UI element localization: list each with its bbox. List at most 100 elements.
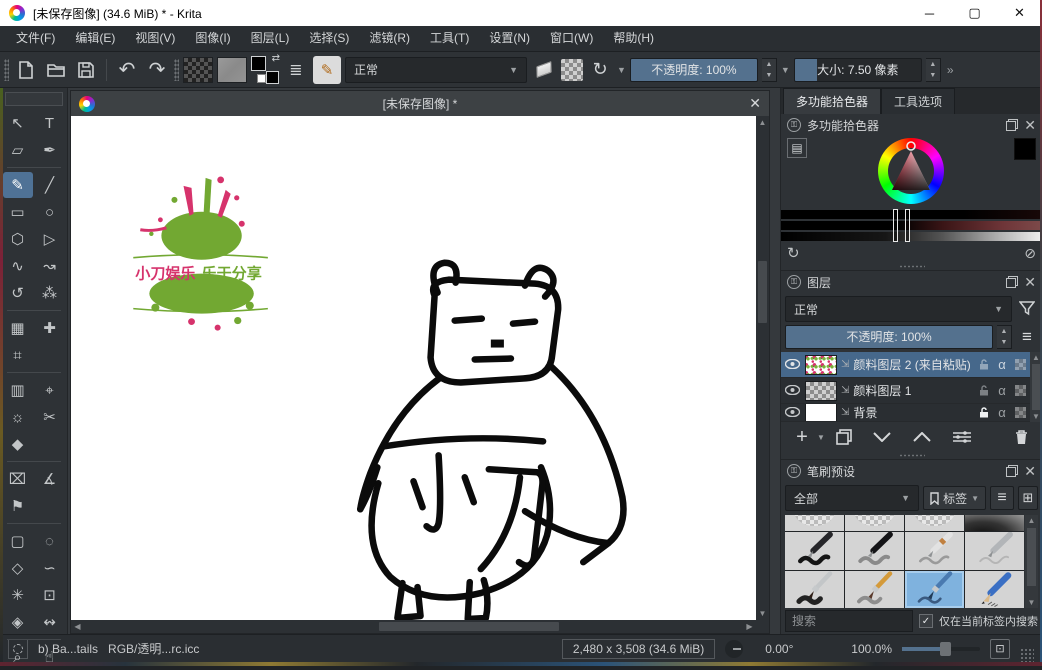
tool-assistants[interactable]: ⌧ xyxy=(3,466,33,492)
tool-reference-images[interactable]: ⚑ xyxy=(3,493,33,519)
tool-ellipse-select[interactable]: ◌ xyxy=(35,528,65,554)
menu-filter[interactable]: 滤镜(R) xyxy=(359,26,420,51)
add-layer-dropdown-arrow[interactable]: ▼ xyxy=(817,433,825,442)
scroll-left-arrow[interactable]: ◀ xyxy=(71,620,84,633)
tool-magnetic-select[interactable]: ↭ xyxy=(35,609,65,635)
menu-select[interactable]: 选择(S) xyxy=(299,26,359,51)
docker-lock-icon[interactable]: ⚿ xyxy=(787,275,801,289)
close-docker-icon[interactable]: ✕ xyxy=(1024,463,1036,480)
shade-handle-2[interactable] xyxy=(905,209,910,242)
preset-pencil-blue[interactable] xyxy=(965,571,1024,609)
scroll-up-arrow[interactable]: ▲ xyxy=(1025,515,1038,526)
tool-freehand-select[interactable]: ∽ xyxy=(35,555,65,581)
layer-lock-icon[interactable] xyxy=(976,356,992,374)
inherit-alpha-icon[interactable]: α xyxy=(994,404,1010,422)
tool-similar-select[interactable]: ✳ xyxy=(3,582,33,608)
tool-ellipse[interactable]: ○ xyxy=(35,199,65,225)
duplicate-layer-button[interactable] xyxy=(827,424,861,450)
tool-polygon[interactable]: ⬡ xyxy=(3,226,33,252)
tool-text[interactable]: T xyxy=(35,110,65,136)
shade-bar-1[interactable] xyxy=(781,210,1042,219)
layer-lock-icon[interactable] xyxy=(976,382,992,400)
move-layer-down-button[interactable] xyxy=(863,424,901,450)
tool-line[interactable]: ╱ xyxy=(35,172,65,198)
maximize-button[interactable]: ▢ xyxy=(952,0,997,26)
visibility-eye-icon[interactable] xyxy=(783,358,801,372)
visibility-eye-icon[interactable] xyxy=(783,384,801,398)
canvas-vertical-scrollbar[interactable]: ▲ ▼ xyxy=(756,116,769,620)
float-docker-icon[interactable] xyxy=(1006,119,1018,131)
preset-search-input[interactable] xyxy=(785,610,913,632)
shade-handle-1[interactable] xyxy=(893,209,898,242)
tool-transform-select[interactable]: ↖ xyxy=(3,110,33,136)
redo-button[interactable]: ↷ xyxy=(144,57,170,83)
layer-filter-button[interactable] xyxy=(1016,300,1038,319)
tool-smart-patch[interactable]: ✂ xyxy=(35,404,65,430)
layer-name[interactable]: 背景 xyxy=(853,404,972,421)
tool-dynamic-brush[interactable]: ↺ xyxy=(3,280,33,306)
layer-options-menu-button[interactable]: ≡ xyxy=(1016,327,1038,347)
hue-handle[interactable] xyxy=(907,142,915,150)
alpha-lock-icon[interactable] xyxy=(1012,404,1028,422)
canvas-angle[interactable]: 0.00° xyxy=(753,642,805,656)
zoom-level[interactable]: 100.0% xyxy=(851,642,892,656)
menu-file[interactable]: 文件(F) xyxy=(6,26,65,51)
preset-airbrush-soft[interactable] xyxy=(965,515,1024,531)
subwindow-close-button[interactable]: ✕ xyxy=(749,95,761,112)
layer-row-paint-layer-2[interactable]: ⇲ 颜料图层 2 (来自粘贴) α xyxy=(781,352,1030,378)
zoom-slider[interactable] xyxy=(902,647,980,651)
layer-name[interactable]: 颜料图层 2 (来自粘贴) xyxy=(853,356,972,373)
color-wheel[interactable] xyxy=(878,138,944,204)
shade-bar-3[interactable] xyxy=(781,232,1042,241)
opacity-slider[interactable]: 不透明度: 100% xyxy=(630,58,758,82)
zoom-fit-button[interactable]: ⊡ xyxy=(990,639,1010,659)
canvas-horizontal-scrollbar[interactable]: ◀ ▶ xyxy=(71,620,756,633)
layer-thumbnail[interactable] xyxy=(805,355,837,375)
tool-crop[interactable]: ⌗ xyxy=(3,342,33,368)
tool-polyline[interactable]: ▷ xyxy=(35,226,65,252)
tool-transform[interactable]: ▦ xyxy=(3,315,33,341)
layer-thumbnail[interactable] xyxy=(805,404,837,422)
scroll-down-arrow[interactable]: ▼ xyxy=(756,607,769,620)
swap-colors-icon[interactable]: ⇄ xyxy=(272,53,280,64)
preset-watercolor-blue[interactable] xyxy=(905,571,964,609)
scroll-up-arrow[interactable]: ▲ xyxy=(756,116,769,129)
scroll-right-arrow[interactable]: ▶ xyxy=(743,620,756,633)
alpha-lock-icon[interactable] xyxy=(1012,382,1028,400)
close-button[interactable]: ✕ xyxy=(997,0,1042,26)
layer-lock-icon[interactable] xyxy=(976,404,992,422)
tool-bezier-curve[interactable]: ∿ xyxy=(3,253,33,279)
reload-dropdown-arrow[interactable]: ▼ xyxy=(617,65,626,75)
layer-row-paint-layer-1[interactable]: ⇲ 颜料图层 1 α xyxy=(781,378,1030,404)
pattern-chooser[interactable] xyxy=(217,57,247,83)
menu-window[interactable]: 窗口(W) xyxy=(540,26,603,51)
preset-scrollbar[interactable]: ▲ ▼ xyxy=(1025,515,1038,608)
inherit-alpha-icon[interactable]: α xyxy=(994,382,1010,400)
canvas[interactable]: 小刀娱乐 乐于分享 xyxy=(71,116,756,620)
tool-freehand-path[interactable]: ↝ xyxy=(35,253,65,279)
preset-ink-pen-white[interactable] xyxy=(905,532,964,570)
shade-bar-2[interactable] xyxy=(781,221,1042,230)
docker-splitter[interactable] xyxy=(781,452,1042,459)
docker-lock-icon[interactable]: ⚿ xyxy=(787,464,801,478)
minimize-button[interactable]: ─ xyxy=(907,0,952,26)
saturation-triangle[interactable] xyxy=(878,138,944,204)
layer-row-background[interactable]: ⇲ 背景 α xyxy=(781,404,1030,422)
search-scope-checkbox[interactable]: ✓ xyxy=(919,614,933,628)
eraser-mode-button[interactable] xyxy=(531,57,557,83)
move-layer-up-button[interactable] xyxy=(903,424,941,450)
layer-blending-mode-combo[interactable]: 正常 ▼ xyxy=(785,296,1012,322)
brush-settings-button[interactable]: ≣ xyxy=(283,57,309,83)
layer-name[interactable]: 颜料图层 1 xyxy=(853,382,972,399)
tool-rectangle[interactable]: ▭ xyxy=(3,199,33,225)
foreground-color-swatch[interactable] xyxy=(251,56,266,71)
preset-paintbrush-dark[interactable] xyxy=(785,571,844,609)
toolbar-grip-2[interactable] xyxy=(174,59,179,81)
menu-edit[interactable]: 编辑(E) xyxy=(65,26,125,51)
delete-layer-button[interactable] xyxy=(1008,424,1034,450)
preserve-alpha-button[interactable] xyxy=(561,59,583,81)
tool-zoom[interactable]: ⌕ xyxy=(3,644,33,670)
float-docker-icon[interactable] xyxy=(1006,465,1018,477)
float-docker-icon[interactable] xyxy=(1006,276,1018,288)
horizontal-scroll-thumb[interactable] xyxy=(379,622,559,631)
